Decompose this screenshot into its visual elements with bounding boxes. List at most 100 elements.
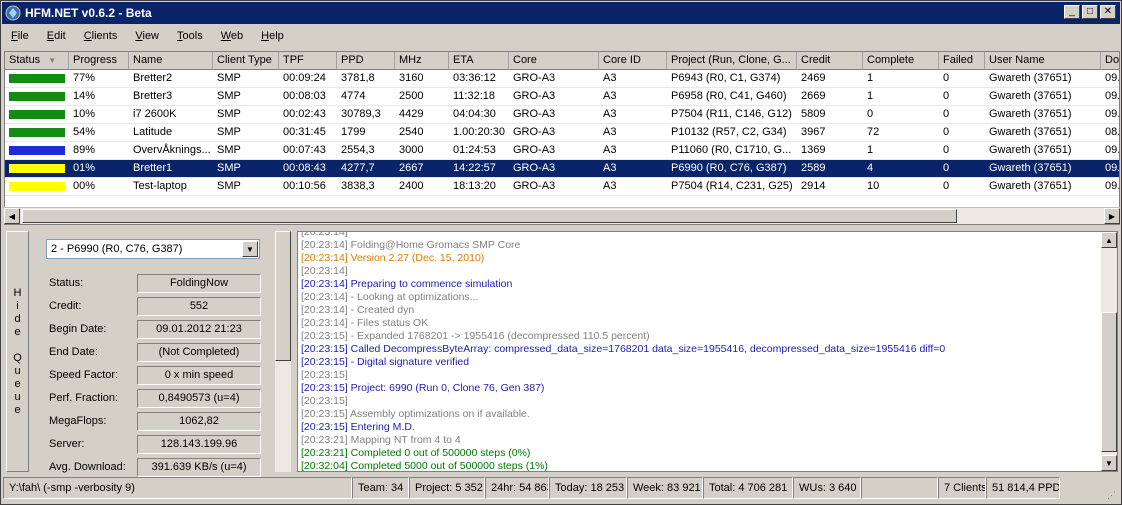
menu-label: dit (54, 30, 66, 42)
scroll-right-button[interactable]: ▶ (1104, 208, 1120, 224)
cell-failed: 0 (939, 160, 985, 178)
menu-web[interactable]: Web (212, 30, 252, 42)
column-header-core-id[interactable]: Core ID (599, 52, 667, 70)
column-header-label: Progress (73, 54, 118, 66)
cell-ppd: 3781,8 (337, 70, 395, 88)
queue-scroll-thumb[interactable] (275, 231, 291, 361)
log-line: [20:23:14] (301, 231, 348, 238)
hide-queue-letter (16, 339, 19, 352)
column-header-core[interactable]: Core (509, 52, 599, 70)
table-row[interactable]: 10% i7 2600K SMP 00:02:43 30789,3 4429 04:04:3… (5, 106, 1119, 124)
cell-core: GRO-A3 (509, 106, 599, 124)
column-header-user-name[interactable]: User Name (985, 52, 1101, 70)
queue-field-value: 1062,82 (137, 411, 261, 431)
column-header-ppd[interactable]: PPD (337, 52, 395, 70)
log-line: [20:23:15] Assembly optimizations on if … (301, 408, 530, 420)
queue-field-row: Credit: 552 (49, 296, 264, 316)
minimize-button[interactable]: _ (1064, 5, 1080, 19)
column-header-progress[interactable]: Progress (69, 52, 129, 70)
cell-credit: 2669 (797, 88, 863, 106)
cell-eta: 03:36:12 (449, 70, 509, 88)
column-header-label: Credit (801, 54, 831, 66)
horizontal-scroll-thumb[interactable] (22, 209, 957, 223)
grid-header: Status ▼ Progress Name Client Type TPF PPD MHz E… (5, 52, 1119, 70)
column-header-mhz[interactable]: MHz (395, 52, 449, 70)
close-button[interactable]: ✕ (1100, 5, 1116, 19)
column-header-client-type[interactable]: Client Type (213, 52, 279, 70)
table-row[interactable]: 89% OvervÅknings... SMP 00:07:43 2554,3 3000 0… (5, 142, 1119, 160)
column-header-project-run-clone-g[interactable]: Project (Run, Clone, G... (667, 52, 797, 70)
hide-queue-letter: e (14, 377, 21, 390)
maximize-button[interactable]: □ (1082, 5, 1098, 19)
cell-eta: 1.00:20:30 (449, 124, 509, 142)
queue-select[interactable]: 2 - P6990 (R0, C76, G387) ▼ (46, 239, 260, 259)
log-panel[interactable]: [20:23:14] [20:23:14] Folding@Home Gromac… (297, 231, 1118, 472)
resize-grip-icon[interactable]: ⋰ (1107, 490, 1119, 502)
table-row[interactable]: 14% Bretter3 SMP 00:08:03 4774 2500 11:32:18 GR… (5, 88, 1119, 106)
menu-edit[interactable]: Edit (38, 30, 75, 42)
status-team: Team: 34 (352, 477, 409, 499)
clients-grid[interactable]: Status ▼ Progress Name Client Type TPF PPD MHz E… (4, 51, 1120, 225)
log-line: [20:23:15] Project: 6990 (Run 0, Clone 7… (301, 382, 545, 394)
cell-credit: 1369 (797, 142, 863, 160)
menu-file[interactable]: File (2, 30, 38, 42)
cell-client-type: SMP (213, 124, 279, 142)
log-scrollbar[interactable]: ▲ ▼ (1101, 232, 1117, 471)
queue-field-label: Begin Date: (49, 323, 107, 335)
status-indicator (9, 74, 65, 83)
column-header-eta[interactable]: ETA (449, 52, 509, 70)
horizontal-scrollbar[interactable]: ◀ ▶ (4, 207, 1120, 224)
cell-progress: 01% (69, 160, 129, 178)
table-row[interactable]: 01% Bretter1 SMP 00:08:43 4277,7 2667 14:22:57… (5, 160, 1119, 178)
menu-help[interactable]: Help (252, 30, 293, 42)
cell-down: 09.01.2 (1101, 70, 1119, 88)
cell-failed: 0 (939, 124, 985, 142)
queue-field-label: Server: (49, 438, 85, 450)
cell-core: GRO-A3 (509, 142, 599, 160)
cell-complete: 72 (863, 124, 939, 142)
scroll-up-button[interactable]: ▲ (1101, 232, 1117, 248)
table-row[interactable]: 00% Test-laptop SMP 00:10:56 3838,3 2400 18:13… (5, 178, 1119, 196)
cell-core-id: A3 (599, 70, 667, 88)
cell-eta: 18:13:20 (449, 178, 509, 196)
cell-user-name: Gwareth (37651) (985, 142, 1101, 160)
log-line: [20:23:14] - Created dyn (301, 304, 415, 316)
hide-queue-letter: e (14, 403, 21, 416)
cell-mhz: 2500 (395, 88, 449, 106)
column-header-tpf[interactable]: TPF (279, 52, 337, 70)
column-header-down[interactable]: Down (1101, 52, 1119, 70)
table-row[interactable]: 54% Latitude SMP 00:31:45 1799 2540 1.00:20:30… (5, 124, 1119, 142)
cell-mhz: 3000 (395, 142, 449, 160)
hide-queue-button[interactable]: Hide Queue (6, 231, 29, 472)
cell-eta: 14:22:57 (449, 160, 509, 178)
log-line: [20:23:15] (301, 369, 348, 381)
title-bar[interactable]: HFM.NET v0.6.2 - Beta _ □ ✕ (2, 2, 1120, 24)
cell-complete: 1 (863, 88, 939, 106)
column-header-failed[interactable]: Failed (939, 52, 985, 70)
column-header-name[interactable]: Name (129, 52, 213, 70)
table-row[interactable]: 77% Bretter2 SMP 00:09:24 3781,8 3160 03:36:12… (5, 70, 1119, 88)
menu-tools[interactable]: Tools (168, 30, 212, 42)
menu-mnemonic: W (220, 30, 231, 42)
column-header-status[interactable]: Status ▼ (5, 52, 69, 70)
cell-progress: 00% (69, 178, 129, 196)
log-line: [20:23:14] Preparing to commence simulat… (301, 278, 513, 290)
column-header-complete[interactable]: Complete (863, 52, 939, 70)
menu-view[interactable]: View (126, 30, 168, 42)
scroll-left-button[interactable]: ◀ (4, 208, 20, 224)
column-header-credit[interactable]: Credit (797, 52, 863, 70)
column-header-label: Project (Run, Clone, G... (671, 54, 791, 66)
cell-client-type: SMP (213, 106, 279, 124)
log-scroll-thumb[interactable] (1101, 312, 1117, 452)
status-indicator (9, 92, 65, 101)
cell-failed: 0 (939, 70, 985, 88)
scroll-down-button[interactable]: ▼ (1101, 455, 1117, 471)
cell-mhz: 2400 (395, 178, 449, 196)
cell-failed: 0 (939, 178, 985, 196)
log-line: [20:23:14] - Looking at optimizations... (301, 291, 479, 303)
queue-scrollbar[interactable] (275, 231, 291, 472)
menu-clients[interactable]: Clients (75, 30, 127, 42)
hide-queue-letter: u (14, 364, 21, 377)
sort-arrow-icon: ▼ (48, 56, 57, 65)
chevron-down-icon[interactable]: ▼ (242, 241, 258, 257)
